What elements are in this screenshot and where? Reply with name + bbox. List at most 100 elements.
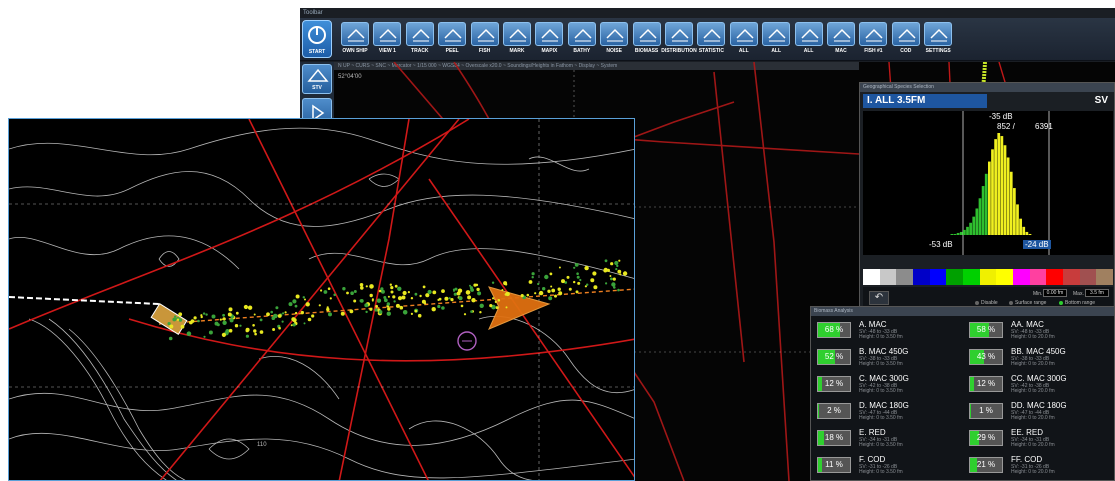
biomass-item[interactable]: 1 % DD. MAC 180G SV: -47 to -44 dB Height: … [963, 399, 1113, 422]
biomass-percent-bar: 18 % [817, 430, 851, 446]
fish-icon [470, 22, 499, 46]
histogram-bar [1028, 233, 1032, 235]
biomass-percent-bar: 43 % [969, 349, 1003, 365]
biomass-item[interactable]: 2 % D. MAC 180G SV: -47 to -44 dB Height: 0… [811, 399, 961, 422]
toolbar-button-noise[interactable]: NOISE [599, 21, 629, 57]
echo-dot [328, 312, 332, 317]
toolbar-button-bathy[interactable]: BATHY [567, 21, 597, 57]
biomass-item[interactable]: 29 % EE. RED SV: -34 to -31 dB Height: 0 to… [963, 426, 1113, 449]
echo-dot [281, 320, 284, 323]
echo-dot [612, 277, 616, 281]
start-label: START [308, 49, 326, 55]
toolbar-button-all[interactable]: ALL [729, 21, 759, 57]
echo-dot [427, 289, 432, 295]
min-value-field[interactable]: 0.00 fm [1043, 289, 1067, 297]
color-scale-segment [979, 269, 997, 285]
height-range: Height: 0 to 20.0 fm [1011, 388, 1055, 394]
mapix-icon [535, 22, 564, 46]
color-scale-segment [996, 269, 1014, 285]
histogram-bar [984, 173, 988, 235]
echo-dot [561, 279, 565, 284]
biomass-item[interactable]: 18 % E. RED SV: -34 to -31 dB Height: 0 to … [811, 426, 961, 449]
disable-radio[interactable] [975, 301, 979, 305]
biomass-item[interactable]: 52 % B. MAC 450G SV: -38 to -33 dB Height: … [811, 345, 961, 368]
start-button[interactable]: START [302, 20, 332, 58]
surface-range-radio[interactable] [1009, 301, 1013, 305]
height-range: Height: 0 to 20.0 fm [1011, 442, 1055, 448]
echo-dot [253, 313, 256, 316]
echo-dot [397, 286, 402, 291]
echo-dot [172, 317, 177, 322]
toolbar-button-cod[interactable]: COD [891, 21, 921, 57]
sidebar-item-stv[interactable]: STV [302, 64, 332, 94]
echo-dot [402, 310, 408, 315]
compass-icon [438, 22, 467, 46]
toolbar-button-statistic[interactable]: STATISTIC [696, 21, 726, 57]
echo-dot [465, 290, 471, 295]
biomass-item[interactable]: 12 % CC. MAC 300G SV: -42 to -38 dB Height:… [963, 372, 1113, 395]
biomass-percent-label: 18 % [824, 433, 844, 442]
toolbar-button-fish-1[interactable]: FISH #1 [858, 21, 888, 57]
toolbar-title: Toolbar [303, 10, 323, 16]
toolbar-button-settings[interactable]: SETTINGS [923, 21, 953, 57]
biomass-item[interactable]: 21 % FF. COD SV: -31 to -26 dB Height: 0 to… [963, 453, 1113, 476]
histogram-bar [1013, 188, 1016, 235]
toolbar-button-track[interactable]: TRACK [405, 21, 435, 57]
color-scale-bar[interactable] [863, 269, 1114, 285]
toolbar-button-mark[interactable]: MARK [502, 21, 532, 57]
echo-dot [467, 295, 472, 300]
biomass-item[interactable]: 12 % C. MAC 300G SV: -42 to -38 dB Height: … [811, 372, 961, 395]
species-details: SV: -31 to -26 dB Height: 0 to 20.0 fm [1011, 465, 1055, 475]
echo-dot [614, 260, 619, 266]
biomass-item[interactable]: 58 % AA. MAC SV: -48 to -33 dB Height: 0 to… [963, 318, 1113, 341]
echo-dot [574, 263, 579, 267]
species-name: D. MAC 180G [859, 401, 909, 410]
echo-dot [610, 262, 614, 266]
biomass-item[interactable]: 68 % A. MAC SV: -48 to -33 dB Height: 0 to … [811, 318, 961, 341]
stv-icon [307, 68, 329, 82]
bottom-range-radio[interactable] [1059, 301, 1063, 305]
echo-dot [494, 300, 497, 303]
toolbar-button-all[interactable]: ALL [761, 21, 791, 57]
biomass-percent-label: 29 % [976, 433, 996, 442]
color-scale-segment [1063, 269, 1080, 285]
histogram-bar [956, 232, 960, 235]
echo-dot [551, 288, 556, 293]
echo-dot [470, 310, 473, 313]
histogram-bar [1000, 136, 1004, 235]
toolbar-button-view-1[interactable]: VIEW 1 [372, 21, 402, 57]
echo-dot [302, 296, 305, 299]
echo-dot [374, 308, 378, 312]
echo-dot [437, 304, 441, 309]
height-range: Height: 0 to 20.0 fm [1011, 469, 1055, 475]
echo-dot [548, 296, 553, 301]
biomass-item[interactable]: 11 % F. COD SV: -31 to -26 dB Height: 0 to … [811, 453, 961, 476]
toolbar-button-own-ship[interactable]: OWN SHIP [340, 21, 370, 57]
color-scale-segment [946, 269, 964, 285]
biomass-analysis-panel: Biomass Analysis 68 % A. MAC SV: -48 to -3… [810, 306, 1115, 481]
toolbar-button-biomass[interactable]: BIOMASS [632, 21, 662, 57]
echo-dot [492, 297, 495, 300]
toolbar-button-distribution[interactable]: DISTRIBUTION [661, 21, 697, 57]
max-value-field[interactable]: 3.5 fm [1085, 289, 1109, 297]
histogram-bar [1025, 231, 1029, 235]
biomass-item[interactable]: 43 % BB. MAC 450G SV: -38 to -33 dB Height:… [963, 345, 1113, 368]
histogram-bar [994, 139, 997, 235]
zoomed-chart-inset[interactable]: 110 [8, 118, 635, 481]
species-details: SV: -42 to -38 dB Height: 0 to 20.0 fm [1011, 384, 1055, 394]
species-header[interactable]: I. ALL 3.5FM [863, 94, 987, 108]
toolbar-button-fish[interactable]: FISH [470, 21, 500, 57]
echo-dot [371, 299, 374, 302]
echo-dot [554, 294, 557, 298]
toolbar-button-all[interactable]: ALL [794, 21, 824, 57]
back-button[interactable]: ↶ [869, 291, 889, 305]
echo-dot [273, 313, 278, 319]
toolbar-button-peel[interactable]: PEEL [437, 21, 467, 57]
toolbar-button-mapix[interactable]: MAPIX [534, 21, 564, 57]
toolbar-button-mac[interactable]: MAC [826, 21, 856, 57]
echo-dot [239, 324, 242, 327]
echo-dot [353, 299, 357, 303]
biomass-percent-label: 1 % [979, 406, 993, 415]
color-scale-segment [963, 269, 980, 285]
echo-dot [228, 307, 233, 312]
